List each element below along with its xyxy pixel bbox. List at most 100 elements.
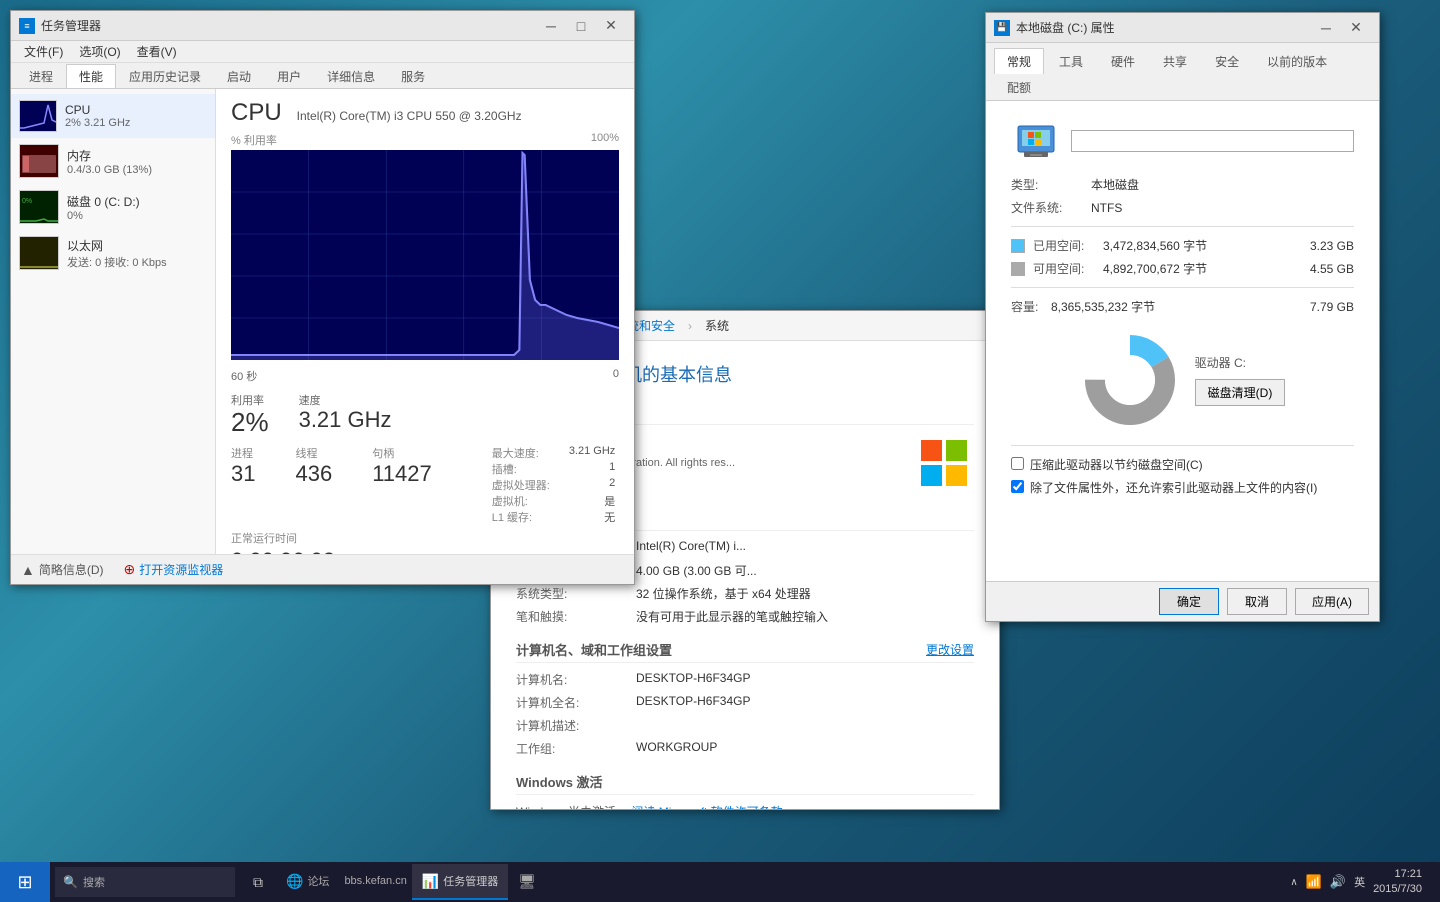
tab-users[interactable]: 用户 [264,64,314,88]
usage-value: 2% [231,408,269,437]
divider1 [1011,226,1354,227]
task-view-button[interactable]: ⧉ [240,862,276,902]
fs-label: 文件系统: [1011,199,1091,216]
disk-clean-button[interactable]: 磁盘清理(D) [1195,379,1286,406]
activate-link[interactable]: 阅读 Microsoft 软件许可条款 [631,805,782,809]
prop-tab-security[interactable]: 安全 [1202,48,1252,74]
type-row: 类型: 本地磁盘 [1011,176,1354,193]
disk-drive-icon [1011,121,1061,161]
tab-processes[interactable]: 进程 [16,64,66,88]
free-space-row: 可用空间: 4,892,700,672 字节 4.55 GB [1011,260,1354,277]
ram-info-value: 4.00 GB (3.00 GB 可... [636,562,974,579]
window-diskprop: 💾 本地磁盘 (C:) 属性 ─ ✕ 常规 工具 硬件 共享 安全 以前的版本 … [985,12,1380,622]
diskprop-minimize[interactable]: ─ [1311,18,1341,38]
net-sidebar-sublabel: 发送: 0 接收: 0 Kbps [67,254,167,270]
cancel-button[interactable]: 取消 [1227,588,1287,615]
compress-checkbox[interactable] [1011,457,1024,470]
chart-ylabel: % 利用率 [231,132,277,148]
compress-row: 压缩此驱动器以节约磁盘空间(C) [1011,456,1354,473]
taskbar-kefan[interactable]: bbs.kefan.cn [339,864,411,900]
fullname-label: 计算机全名: [516,694,636,711]
speed-label: 速度 [299,392,392,408]
menu-options[interactable]: 选项(O) [71,41,128,63]
prop-tab-hardware[interactable]: 硬件 [1098,48,1148,74]
tray-network: 📶 [1306,874,1322,890]
tab-app-history[interactable]: 应用历史记录 [116,64,214,88]
close-button[interactable]: ✕ [596,16,626,36]
tab-services[interactable]: 服务 [388,64,438,88]
virt-value: 是 [604,493,615,509]
summary-btn[interactable]: ▲ 简略信息(D) [21,561,104,578]
maxspeed-value: 3.21 GHz [569,445,615,461]
minimize-button[interactable]: ─ [536,16,566,36]
diskprop-close[interactable]: ✕ [1341,18,1371,38]
capacity-gb: 7.79 GB [1310,300,1354,314]
processes-value: 31 [231,461,255,487]
menu-view[interactable]: 查看(V) [129,41,185,63]
taskmgr-titlebar: ≡ 任务管理器 ─ □ ✕ [11,11,634,41]
free-bytes: 4,892,700,672 字节 [1103,260,1294,277]
sidebar-item-network[interactable]: 以太网 发送: 0 接收: 0 Kbps [11,230,215,276]
tray-volume: 🔊 [1330,874,1346,890]
start-button[interactable]: ⊞ [0,862,50,902]
taskbar-items: 🔍 搜索 ⧉ 🌐 论坛 bbs.kefan.cn 📊 任务管理器 🖥 [50,862,1290,902]
workgroup-label: 工作组: [516,740,636,757]
sidebar-item-disk[interactable]: 0% 磁盘 0 (C: D:) 0% [11,184,215,230]
desc-label: 计算机描述: [516,717,636,734]
search-placeholder: 搜索 [83,874,105,890]
compname-label: 计算机名: [516,671,636,688]
taskbar-sysprop[interactable]: 🖥 [508,864,546,900]
tab-details[interactable]: 详细信息 [314,64,388,88]
runtime-label: 正常运行时间 [231,530,619,546]
used-label: 已用空间: [1033,237,1103,254]
search-bar[interactable]: 🔍 搜索 [55,867,235,897]
capacity-label: 容量: [1011,298,1051,315]
desc-value [636,717,974,734]
net-mini-graph [19,236,59,270]
taskmgr-window-icon: ≡ [19,18,35,34]
tab-performance[interactable]: 性能 [66,64,116,88]
index-label: 除了文件属性外，还允许索引此驱动器上文件的内容(I) [1030,479,1317,496]
disk-name-input[interactable] [1071,130,1354,152]
monitor-link[interactable]: ⊕ 打开资源监视器 [124,561,224,578]
fs-value: NTFS [1091,201,1354,215]
tab-startup[interactable]: 启动 [214,64,264,88]
cpu-subtitle: Intel(R) Core(TM) i3 CPU 550 @ 3.20GHz [297,109,522,123]
prop-tab-tools[interactable]: 工具 [1046,48,1096,74]
donut-chart-container: 驱动器 C: 磁盘清理(D) [1011,330,1354,430]
drive-label: 驱动器 C: [1195,354,1286,371]
vcores-label: 虚拟处理器: [492,477,550,493]
cpu-speed-stat: 速度 3.21 GHz [299,392,392,437]
sidebar-item-cpu[interactable]: CPU 2% 3.21 GHz [11,94,215,138]
prop-tab-quota[interactable]: 配额 [994,74,1044,100]
prop-tab-share[interactable]: 共享 [1150,48,1200,74]
sockets-value: 1 [609,461,615,477]
chart-wrapper: % 利用率 100% [231,132,619,384]
prop-tab-general[interactable]: 常规 [994,48,1044,74]
compname-value: DESKTOP-H6F34GP [636,671,974,688]
net-sidebar-name: 以太网 [67,237,167,254]
disk-mini-graph: 0% [19,190,59,224]
free-label: 可用空间: [1033,260,1103,277]
apply-button[interactable]: 应用(A) [1295,588,1369,615]
menu-file[interactable]: 文件(F) [16,41,71,63]
index-checkbox[interactable] [1011,480,1024,493]
drive-info: 驱动器 C: 磁盘清理(D) [1195,354,1286,406]
touch-info-label: 笔和触摸: [516,608,636,625]
prop-tab-versions[interactable]: 以前的版本 [1254,48,1340,74]
l1-value: 无 [604,509,615,525]
taskbar-forum[interactable]: 🌐 论坛 [276,864,339,900]
taskbar-taskmgr[interactable]: 📊 任务管理器 [412,864,508,900]
window-controls: ─ □ ✕ [536,16,626,36]
used-gb: 3.23 GB [1294,239,1354,253]
disk-sidebar-info: 磁盘 0 (C: D:) 0% [67,193,140,222]
ok-button[interactable]: 确定 [1159,588,1219,615]
sidebar-item-memory[interactable]: 内存 0.4/3.0 GB (13%) [11,138,215,184]
taskbar-clock[interactable]: 17:21 2015/7/30 [1373,867,1430,898]
tray-expand[interactable]: ∧ [1290,877,1297,888]
maximize-button[interactable]: □ [566,16,596,36]
disk-sidebar-name: 磁盘 0 (C: D:) [67,193,140,210]
fs-row: 文件系统: NTFS [1011,199,1354,216]
change-settings-link[interactable]: 更改设置 [926,641,974,658]
chart-time-right: 0 [613,368,619,384]
